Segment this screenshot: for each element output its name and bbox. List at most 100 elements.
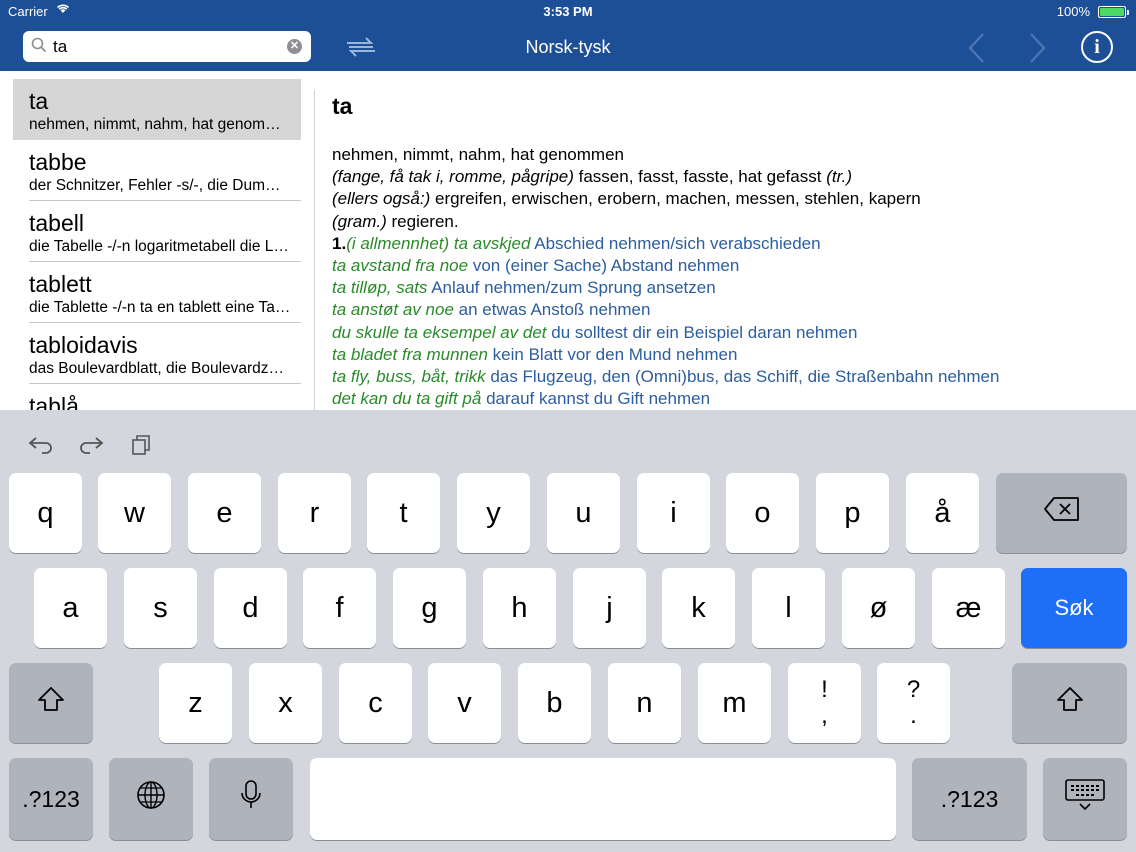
phrase-source: ta bladet fra munnen: [332, 344, 488, 364]
info-button[interactable]: i: [1081, 31, 1113, 63]
key-p[interactable]: p: [816, 473, 889, 553]
back-icon[interactable]: [966, 32, 988, 69]
hide-keyboard-key[interactable]: [1043, 758, 1127, 840]
search-box[interactable]: ✕: [23, 31, 311, 62]
key-top-char: ?: [906, 676, 921, 703]
key-u[interactable]: u: [547, 473, 620, 553]
phrase-translation: darauf kannst du Gift nehmen: [481, 389, 711, 409]
phrase-source: det kan du ta gift på: [332, 389, 482, 409]
phrase-source: ta fly, buss, båt, trikk: [332, 366, 486, 386]
key-h[interactable]: h: [483, 568, 556, 648]
list-item-translation: das Boulevardblatt, die Boulevardzeitung: [29, 360, 291, 377]
phrase-translation: Anlauf nehmen/zum Sprung ansetzen: [427, 278, 716, 298]
key-k[interactable]: k: [662, 568, 735, 648]
key-d[interactable]: d: [214, 568, 287, 648]
key-m[interactable]: m: [698, 663, 771, 743]
clock: 3:53 PM: [543, 4, 593, 19]
phrase-source: ta avstand fra noe: [332, 255, 469, 275]
entry-line: (gram.) regieren.: [332, 211, 999, 233]
entry-text: regieren.: [386, 211, 459, 231]
undo-icon[interactable]: [28, 432, 54, 461]
pane-divider: [314, 90, 315, 410]
redo-icon[interactable]: [78, 432, 104, 461]
key-q[interactable]: q: [9, 473, 82, 553]
key-y[interactable]: y: [457, 473, 530, 553]
numbers-key-left[interactable]: .?123: [9, 758, 93, 840]
list-item-translation: der Schnitzer, Fehler -s/-, die Dummheit: [29, 177, 291, 194]
key-n[interactable]: n: [608, 663, 681, 743]
globe-key[interactable]: [109, 758, 193, 840]
paste-icon[interactable]: [130, 432, 154, 461]
entry-line: ta bladet fra munnen kein Blatt vor den …: [332, 344, 999, 366]
list-item[interactable]: ta nehmen, nimmt, nahm, hat genommen: [13, 79, 301, 140]
list-item[interactable]: tabloidavis das Boulevardblatt, die Boul…: [13, 323, 301, 384]
key-i[interactable]: i: [637, 473, 710, 553]
entry-line: nehmen, nimmt, nahm, hat genommen: [332, 144, 999, 166]
key-ae[interactable]: æ: [932, 568, 1005, 648]
key-w[interactable]: w: [98, 473, 171, 553]
shift-left-key[interactable]: [9, 663, 93, 743]
battery-percent: 100%: [1056, 4, 1090, 19]
key-j[interactable]: j: [573, 568, 646, 648]
key-o[interactable]: o: [726, 473, 799, 553]
key-oe[interactable]: ø: [842, 568, 915, 648]
dictation-key[interactable]: [209, 758, 293, 840]
key-s[interactable]: s: [124, 568, 197, 648]
search-input[interactable]: [53, 35, 273, 58]
entry-text: fassen, fasst, fasste, hat gefasst: [573, 167, 827, 187]
key-c[interactable]: c: [339, 663, 412, 743]
nav-bar: ✕ Norsk-tysk i: [0, 24, 1136, 71]
clear-search-icon[interactable]: ✕: [287, 39, 302, 54]
entry-line: du skulle ta eksempel av det du solltest…: [332, 322, 999, 344]
phrase-translation: das Flugzeug, den (Omni)bus, das Schiff,…: [485, 366, 1000, 386]
list-item-headword: tablett: [29, 271, 92, 297]
key-t[interactable]: t: [367, 473, 440, 553]
entry-line: (ellers også:) ergreifen, erwischen, ero…: [332, 188, 999, 210]
numbers-key-right[interactable]: .?123: [912, 758, 1027, 840]
entry-text: (tr.): [826, 167, 852, 187]
key-exclamation-comma[interactable]: ! ,: [788, 663, 861, 743]
list-item[interactable]: tabbe der Schnitzer, Fehler -s/-, die Du…: [13, 140, 301, 201]
key-e[interactable]: e: [188, 473, 261, 553]
shift-icon: [1055, 685, 1085, 721]
forward-icon[interactable]: [1026, 32, 1048, 69]
list-item-headword: tabloidavis: [29, 332, 138, 358]
entry-text: (fange, få tak i, romme, pågripe): [332, 167, 574, 187]
space-key[interactable]: [310, 758, 896, 840]
key-a[interactable]: a: [34, 568, 107, 648]
swap-language-icon[interactable]: [343, 34, 379, 65]
search-icon: [31, 37, 47, 58]
entry-text: nehmen, nimmt, nahm, hat genommen: [332, 145, 624, 164]
on-screen-keyboard: q w e r t y u i o p å a s d f g h j k l …: [0, 410, 1136, 852]
phrase-source: (i allmennhet) ta avskjed: [346, 233, 531, 253]
key-b[interactable]: b: [518, 663, 591, 743]
entry-line: ta fly, buss, båt, trikk das Flugzeug, d…: [332, 366, 999, 388]
entry-line: ta tilløp, sats Anlauf nehmen/zum Sprung…: [332, 277, 999, 299]
shift-right-key[interactable]: [1012, 663, 1127, 743]
key-question-period[interactable]: ? .: [877, 663, 950, 743]
hide-keyboard-icon: [1064, 778, 1106, 820]
key-l[interactable]: l: [752, 568, 825, 648]
list-item[interactable]: tablå: [13, 384, 301, 411]
backspace-key[interactable]: [996, 473, 1127, 553]
key-z[interactable]: z: [159, 663, 232, 743]
list-item-headword: tabell: [29, 210, 84, 236]
list-item-translation: die Tabelle -/-n logaritmetabell die Log…: [29, 238, 291, 255]
battery-icon: [1098, 6, 1129, 18]
entry-line: ta avstand fra noe von (einer Sache) Abs…: [332, 255, 999, 277]
phrase-source: du skulle ta eksempel av det: [332, 322, 547, 342]
phrase-source: ta anstøt av noe: [332, 300, 454, 320]
key-x[interactable]: x: [249, 663, 322, 743]
list-item[interactable]: tablett die Tablette -/-n ta en tablett …: [13, 262, 301, 323]
key-f[interactable]: f: [303, 568, 376, 648]
key-r[interactable]: r: [278, 473, 351, 553]
list-item[interactable]: tabell die Tabelle -/-n logaritmetabell …: [13, 201, 301, 262]
key-g[interactable]: g: [393, 568, 466, 648]
microphone-icon: [239, 779, 263, 819]
word-list: ta nehmen, nimmt, nahm, hat genommen tab…: [0, 71, 314, 411]
entry-headword: ta: [332, 93, 353, 119]
search-key[interactable]: Søk: [1021, 568, 1127, 648]
key-v[interactable]: v: [428, 663, 501, 743]
key-bottom-char: ,: [821, 702, 828, 729]
key-aa[interactable]: å: [906, 473, 979, 553]
